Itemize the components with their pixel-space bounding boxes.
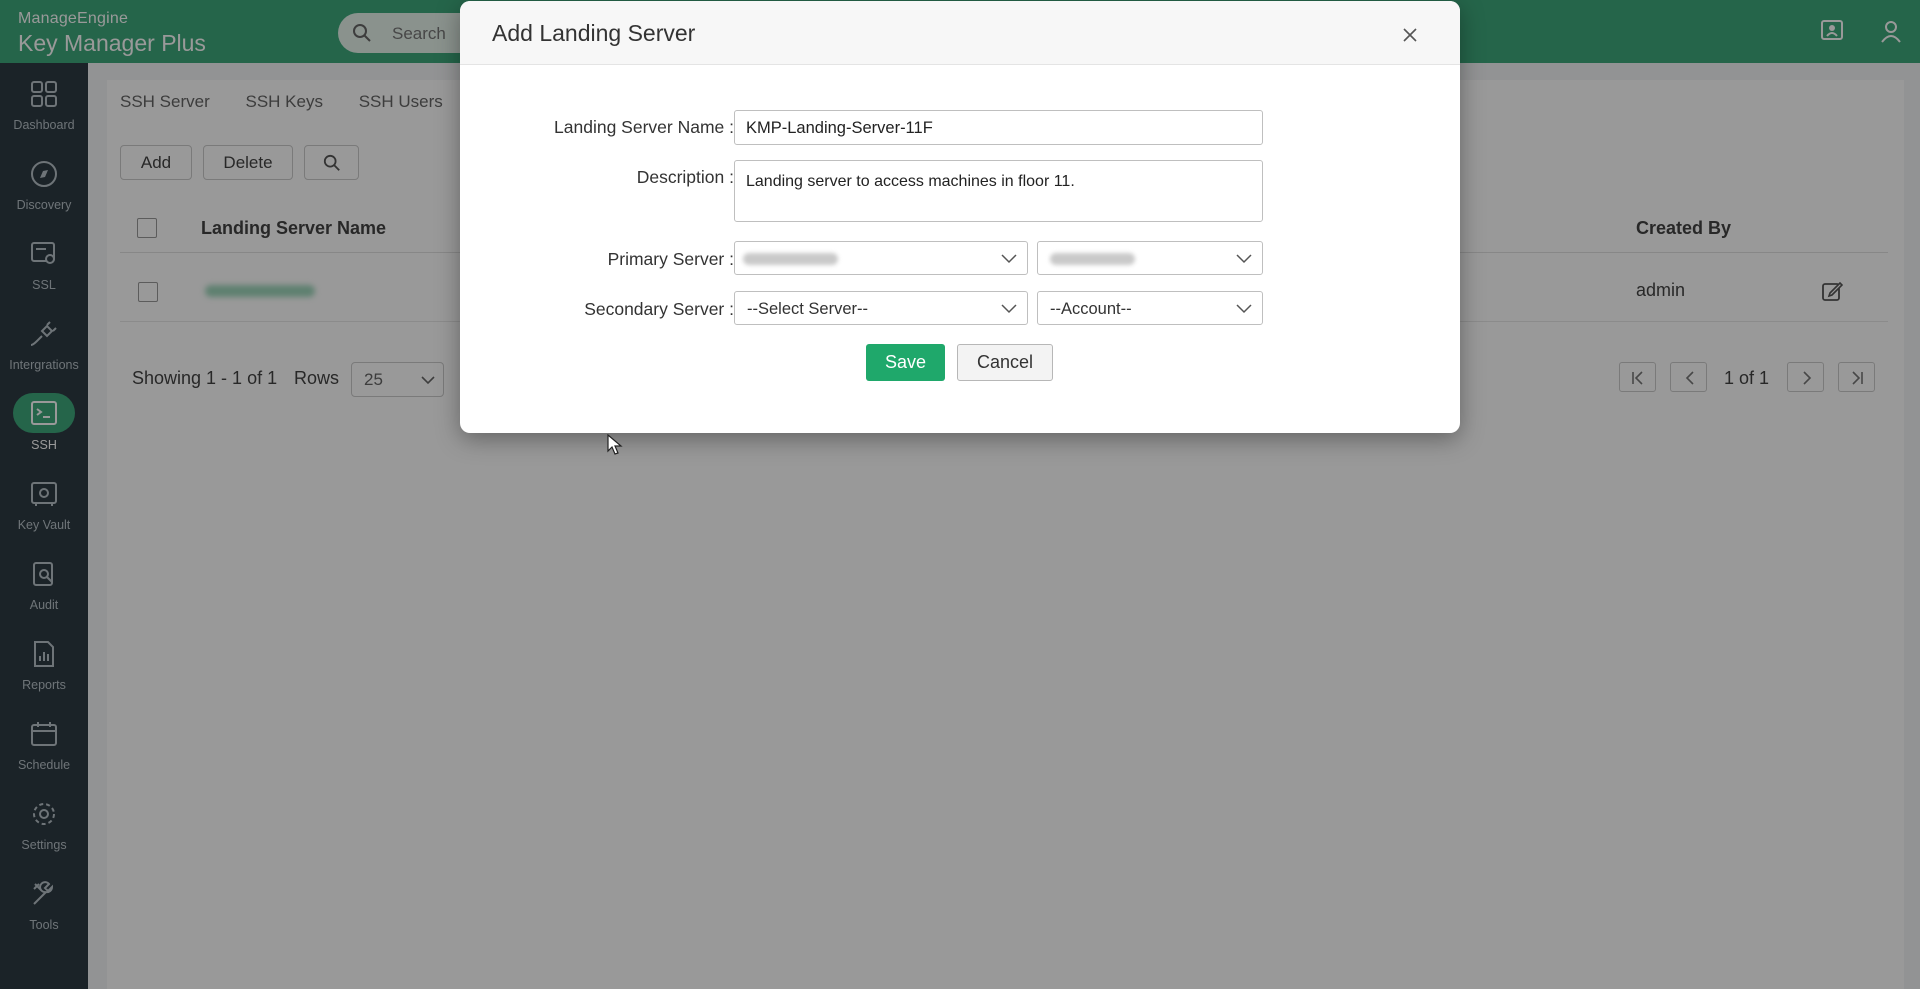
dialog-title: Add Landing Server [492,20,696,46]
chevron-down-icon [1236,254,1252,264]
secondary-server-value: --Select Server-- [747,300,869,318]
description-textarea[interactable]: Landing server to access machines in flo… [734,160,1263,222]
dialog-header: Add Landing Server [460,1,1460,65]
mouse-cursor-icon [607,434,623,455]
secondary-server-label: Secondary Server : [584,299,734,319]
primary-server-label: Primary Server : [607,249,734,269]
secondary-account-select[interactable]: --Account-- [1037,291,1263,325]
close-icon[interactable] [1400,25,1420,45]
chevron-down-icon [1001,304,1017,314]
description-label: Description : [636,167,734,187]
landing-server-name-value: KMP-Landing-Server-11F [746,119,933,137]
add-landing-server-dialog: Add Landing Server Landing Server Name :… [460,1,1460,433]
chevron-down-icon [1001,254,1017,264]
primary-account-value-redacted [1050,253,1135,265]
primary-server-select[interactable] [734,241,1028,275]
secondary-server-select[interactable]: --Select Server-- [734,291,1028,325]
landing-server-name-input[interactable]: KMP-Landing-Server-11F [734,110,1263,145]
landing-server-name-label: Landing Server Name : [554,117,734,137]
primary-server-value-redacted [743,253,838,265]
chevron-down-icon [1236,304,1252,314]
save-button[interactable]: Save [866,344,945,381]
cancel-button[interactable]: Cancel [957,344,1053,381]
secondary-account-value: --Account-- [1050,300,1132,318]
description-value: Landing server to access machines in flo… [746,173,1075,190]
primary-account-select[interactable] [1037,241,1263,275]
